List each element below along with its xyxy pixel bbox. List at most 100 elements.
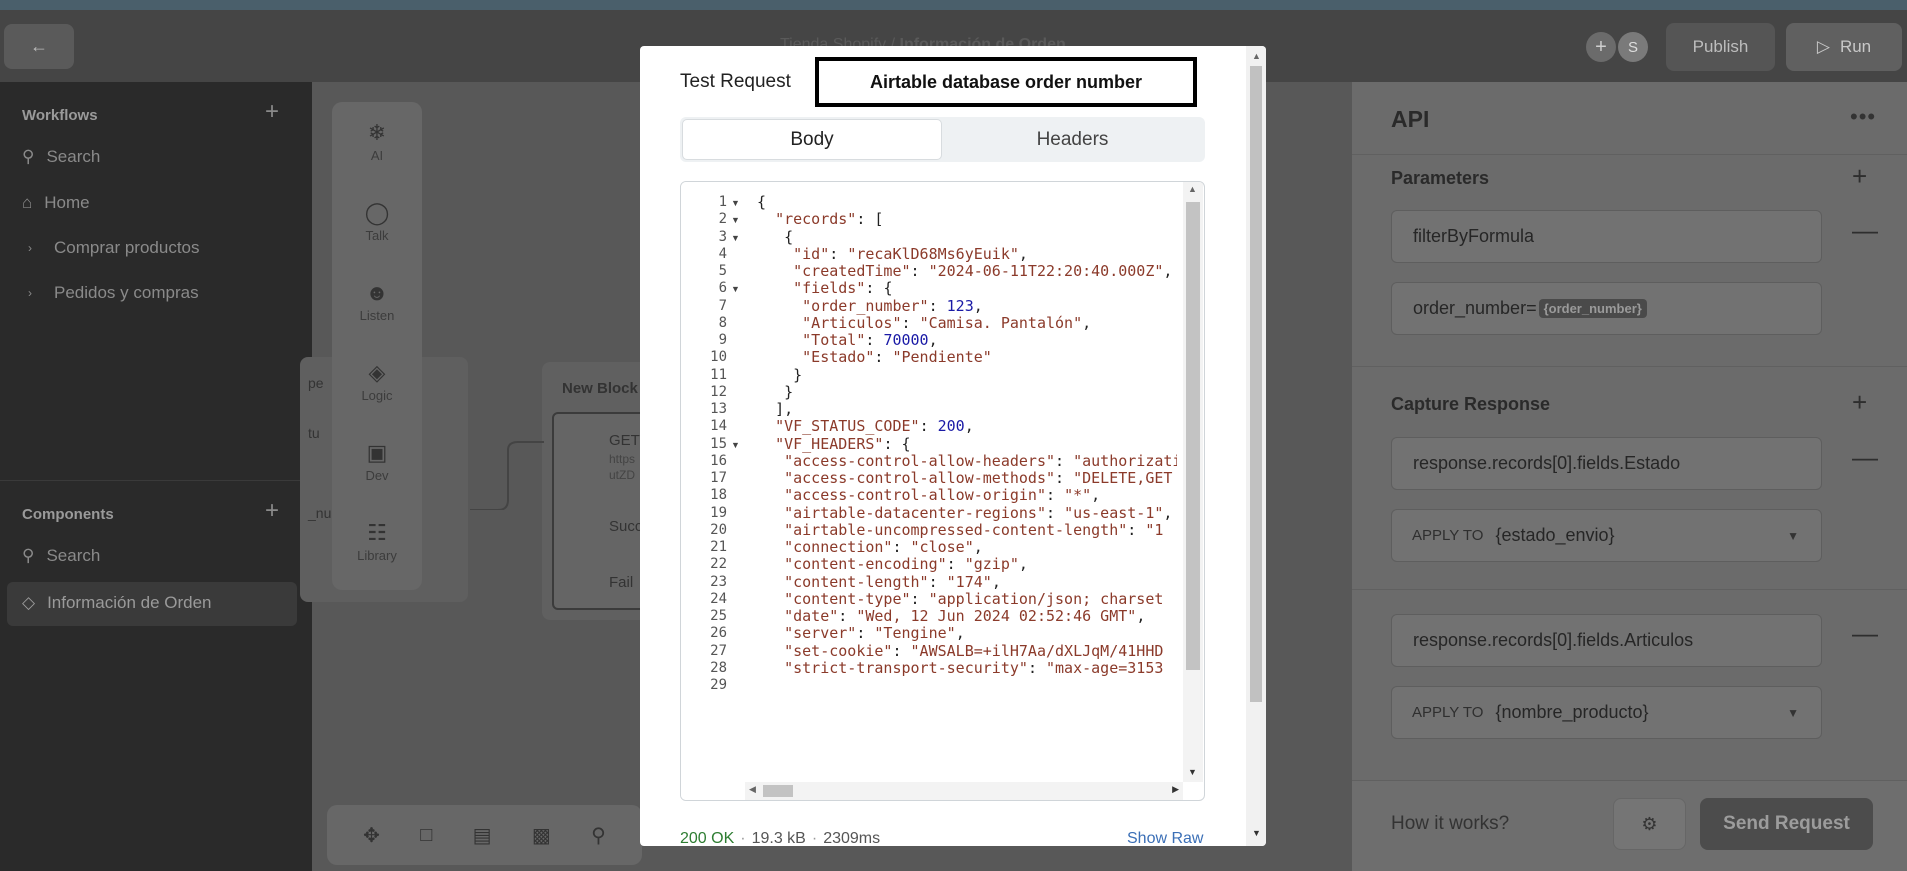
- scroll-thumb[interactable]: [1186, 202, 1200, 670]
- editor-horizontal-scrollbar[interactable]: ◀ ▶: [745, 782, 1183, 800]
- panel-divider: [1352, 154, 1907, 155]
- fold-toggle-icon[interactable]: ▼: [731, 284, 740, 294]
- add-component-button[interactable]: +: [265, 497, 279, 525]
- publish-button[interactable]: Publish: [1666, 23, 1775, 71]
- apply-to-select[interactable]: APPLY TO {nombre_producto} ▼: [1391, 686, 1822, 739]
- tool-library[interactable]: ☷ Library: [332, 520, 422, 563]
- code-line: "airtable-uncompressed-content-length": …: [784, 520, 1164, 539]
- ai-icon: ❄: [367, 120, 387, 145]
- how-it-works-link[interactable]: How it works?: [1391, 813, 1509, 835]
- sidebar-item-comprar-productos[interactable]: › Comprar productos: [28, 238, 200, 258]
- code-line: "strict-transport-security": "max-age=31…: [784, 658, 1164, 677]
- fold-toggle-icon[interactable]: ▼: [731, 233, 740, 243]
- scroll-down-icon[interactable]: ▼: [1188, 767, 1197, 777]
- line-number: 25: [710, 608, 727, 624]
- code-line: "content-type": "application/json; chars…: [784, 589, 1164, 608]
- sidebar-item-label: Comprar productos: [54, 238, 200, 257]
- tool-ai[interactable]: ❄ AI: [332, 120, 422, 163]
- scroll-thumb[interactable]: [1250, 66, 1262, 702]
- talk-icon: ◯: [364, 200, 390, 225]
- api-method: GET: [609, 432, 640, 449]
- scroll-down-icon[interactable]: ▼: [1252, 828, 1261, 838]
- sidebar-item-pedidos-y-compras[interactable]: › Pedidos y compras: [28, 283, 199, 303]
- show-raw-link[interactable]: Show Raw: [1127, 830, 1203, 846]
- scroll-right-icon[interactable]: ▶: [1172, 784, 1179, 795]
- note-icon[interactable]: □: [420, 824, 432, 847]
- search-icon: ⚲: [22, 147, 35, 166]
- capture-response-title: Capture Response: [1391, 394, 1551, 414]
- workflow-search[interactable]: ⚲ Search: [22, 147, 100, 167]
- code-line: "connection": "close",: [784, 538, 983, 556]
- tool-listen[interactable]: ☻ Listen: [332, 280, 422, 323]
- remove-parameter-button[interactable]: —: [1852, 215, 1878, 246]
- apply-to-select[interactable]: APPLY TO {estado_envio} ▼: [1391, 509, 1822, 562]
- image-icon[interactable]: ▩: [532, 823, 551, 848]
- response-status: 200 OK · 19.3 kB · 2309ms: [680, 830, 880, 846]
- sidebar-item-home[interactable]: ⌂ Home: [22, 193, 90, 213]
- tool-logic[interactable]: ◈ Logic: [332, 360, 422, 403]
- response-code-editor[interactable]: 1 ▼ 2 ▼ 3 ▼ 4 5 6 ▼ 7 8 9 10 11 12 13 14 15 ▼ 16 17 18 19 20 21 22…: [680, 181, 1205, 801]
- fold-toggle-icon[interactable]: ▼: [731, 215, 740, 225]
- logic-icon: ◈: [368, 360, 386, 385]
- more-options-icon[interactable]: •••: [1850, 104, 1876, 130]
- canvas-toolbar: ✥ □ ▤ ▩ ⚲: [327, 805, 642, 865]
- fold-toggle-icon[interactable]: ▼: [731, 440, 740, 450]
- add-collaborator-button[interactable]: +: [1586, 32, 1616, 62]
- line-number: 24: [710, 590, 727, 607]
- sliders-icon: ⚙: [1641, 813, 1658, 834]
- run-button[interactable]: ▷ Run: [1786, 23, 1902, 71]
- move-icon[interactable]: ✥: [363, 823, 380, 848]
- tool-label: Talk: [365, 228, 389, 243]
- send-request-button[interactable]: Send Request: [1700, 798, 1873, 850]
- parameter-key-input[interactable]: filterByFormula: [1391, 210, 1822, 263]
- panel-divider: [1352, 366, 1907, 367]
- plus-icon: +: [1595, 35, 1607, 58]
- chevron-right-icon: ›: [28, 286, 32, 300]
- chevron-down-icon: ▼: [1787, 528, 1799, 543]
- add-capture-button[interactable]: +: [1852, 387, 1867, 418]
- search-icon[interactable]: ⚲: [591, 823, 606, 848]
- avatar[interactable]: S: [1618, 32, 1648, 62]
- fail-port[interactable]: Fail: [609, 574, 633, 591]
- line-number: 29: [710, 677, 727, 693]
- component-search[interactable]: ⚲ Search: [22, 546, 100, 566]
- code-line: "access-control-allow-methods": "DELETE,…: [784, 469, 1173, 487]
- run-label: Run: [1839, 37, 1872, 56]
- capture-path-input[interactable]: response.records[0].fields.Estado: [1391, 437, 1822, 490]
- code-line: "access-control-allow-headers": "authori…: [784, 451, 1177, 470]
- component-item-informacion-de-orden[interactable]: ◇ Información de Orden: [22, 593, 212, 613]
- add-parameter-button[interactable]: +: [1852, 161, 1867, 192]
- block-fragment: tu: [308, 425, 320, 441]
- tab-headers[interactable]: Headers: [942, 119, 1203, 160]
- settings-button[interactable]: ⚙: [1613, 798, 1686, 850]
- comment-icon[interactable]: ▤: [473, 823, 492, 848]
- scroll-thumb[interactable]: [763, 785, 793, 797]
- scroll-up-icon[interactable]: ▲: [1188, 184, 1197, 194]
- scroll-left-icon[interactable]: ◀: [749, 784, 756, 795]
- fold-toggle-icon[interactable]: ▼: [731, 198, 740, 208]
- remove-capture-button[interactable]: —: [1852, 618, 1878, 649]
- scroll-up-icon[interactable]: ▲: [1252, 51, 1261, 61]
- parameter-value-input[interactable]: order_number= {order_number}: [1391, 282, 1822, 335]
- line-number: 7: [718, 297, 727, 314]
- tool-dev[interactable]: ▣ Dev: [332, 440, 422, 483]
- separator: ·: [811, 830, 818, 846]
- capture-path-input[interactable]: response.records[0].fields.Articulos: [1391, 614, 1822, 667]
- test-request-tab[interactable]: Test Request: [680, 71, 791, 93]
- variable-tag[interactable]: {order_number}: [1538, 299, 1647, 318]
- tab-body[interactable]: Body: [682, 119, 942, 160]
- back-button[interactable]: ←: [4, 24, 74, 69]
- tool-talk[interactable]: ◯ Talk: [332, 200, 422, 243]
- modal-scrollbar[interactable]: ▲ ▼: [1246, 46, 1266, 846]
- toolbox: ❄ AI ◯ Talk ☻ Listen ◈ Logic ▣ Dev ☷ Library: [332, 102, 422, 590]
- workflow-search-input[interactable]: Search: [46, 147, 100, 167]
- component-search-input[interactable]: Search: [46, 546, 100, 566]
- apply-to-label: APPLY TO: [1412, 527, 1484, 544]
- remove-capture-button[interactable]: —: [1852, 442, 1878, 473]
- code-line: }: [784, 382, 794, 401]
- add-workflow-button[interactable]: +: [265, 98, 279, 126]
- line-number-gutter: 1 ▼ 2 ▼ 3 ▼ 4 5 6 ▼ 7 8 9 10 11 12 13 14 15 ▼ 16 17 18 19 20 21 22…: [681, 182, 745, 800]
- line-number: 26: [710, 625, 727, 642]
- parameter-value-text: order_number=: [1413, 298, 1537, 318]
- editor-vertical-scrollbar[interactable]: ▲ ▼: [1183, 182, 1203, 782]
